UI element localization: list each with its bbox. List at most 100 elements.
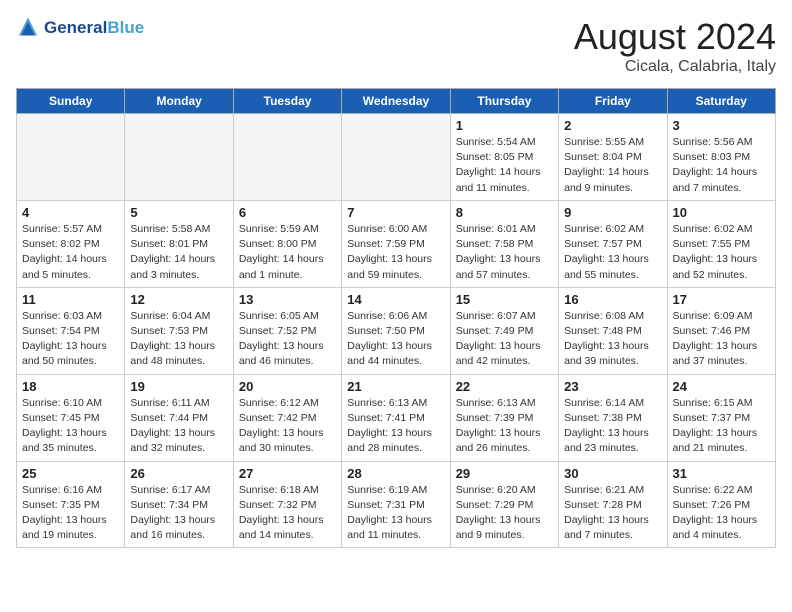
day-info: Sunrise: 6:13 AMSunset: 7:41 PMDaylight:…	[347, 396, 444, 457]
day-number: 3	[673, 118, 770, 133]
day-info: Sunrise: 6:09 AMSunset: 7:46 PMDaylight:…	[673, 309, 770, 370]
calendar-cell: 21 Sunrise: 6:13 AMSunset: 7:41 PMDayligh…	[342, 374, 450, 461]
title-block: August 2024 Cicala, Calabria, Italy	[574, 16, 776, 76]
weekday-header-row: SundayMondayTuesdayWednesdayThursdayFrid…	[17, 89, 776, 114]
calendar-cell: 16 Sunrise: 6:08 AMSunset: 7:48 PMDayligh…	[559, 287, 667, 374]
day-number: 16	[564, 292, 661, 307]
calendar-cell: 26 Sunrise: 6:17 AMSunset: 7:34 PMDayligh…	[125, 461, 233, 548]
day-info: Sunrise: 5:56 AMSunset: 8:03 PMDaylight:…	[673, 135, 770, 196]
day-info: Sunrise: 5:54 AMSunset: 8:05 PMDaylight:…	[456, 135, 553, 196]
weekday-header-friday: Friday	[559, 89, 667, 114]
day-number: 20	[239, 379, 336, 394]
week-row-2: 4 Sunrise: 5:57 AMSunset: 8:02 PMDaylight…	[17, 200, 776, 287]
calendar-cell: 6Sunrise: 5:59 AMSunset: 8:00 PMDaylight…	[233, 200, 341, 287]
day-number: 22	[456, 379, 553, 394]
calendar-cell: 27Sunrise: 6:18 AMSunset: 7:32 PMDayligh…	[233, 461, 341, 548]
day-info: Sunrise: 6:22 AMSunset: 7:26 PMDaylight:…	[673, 483, 770, 544]
day-number: 7	[347, 205, 444, 220]
calendar-cell: 12 Sunrise: 6:04 AMSunset: 7:53 PMDayligh…	[125, 287, 233, 374]
calendar-cell: 13 Sunrise: 6:05 AMSunset: 7:52 PMDayligh…	[233, 287, 341, 374]
calendar-cell: 28 Sunrise: 6:19 AMSunset: 7:31 PMDayligh…	[342, 461, 450, 548]
day-number: 31	[673, 466, 770, 481]
calendar-cell	[17, 114, 125, 201]
calendar-cell: 7 Sunrise: 6:00 AMSunset: 7:59 PMDaylight…	[342, 200, 450, 287]
logo-general: General	[44, 18, 107, 37]
calendar-cell: 14 Sunrise: 6:06 AMSunset: 7:50 PMDayligh…	[342, 287, 450, 374]
day-number: 17	[673, 292, 770, 307]
day-info: Sunrise: 6:12 AMSunset: 7:42 PMDaylight:…	[239, 396, 336, 457]
day-number: 14	[347, 292, 444, 307]
day-number: 13	[239, 292, 336, 307]
calendar-cell: 11 Sunrise: 6:03 AMSunset: 7:54 PMDayligh…	[17, 287, 125, 374]
weekday-header-tuesday: Tuesday	[233, 89, 341, 114]
day-info: Sunrise: 6:05 AMSunset: 7:52 PMDaylight:…	[239, 309, 336, 370]
calendar-cell	[125, 114, 233, 201]
day-number: 21	[347, 379, 444, 394]
week-row-1: 1Sunrise: 5:54 AMSunset: 8:05 PMDaylight…	[17, 114, 776, 201]
day-info: Sunrise: 6:11 AMSunset: 7:44 PMDaylight:…	[130, 396, 227, 457]
calendar-cell: 29 Sunrise: 6:20 AMSunset: 7:29 PMDayligh…	[450, 461, 558, 548]
weekday-header-monday: Monday	[125, 89, 233, 114]
day-info: Sunrise: 6:18 AMSunset: 7:32 PMDaylight:…	[239, 483, 336, 544]
calendar-cell: 8 Sunrise: 6:01 AMSunset: 7:58 PMDaylight…	[450, 200, 558, 287]
day-info: Sunrise: 5:55 AMSunset: 8:04 PMDaylight:…	[564, 135, 661, 196]
day-info: Sunrise: 5:57 AMSunset: 8:02 PMDaylight:…	[22, 222, 119, 283]
day-info: Sunrise: 5:58 AMSunset: 8:01 PMDaylight:…	[130, 222, 227, 283]
day-number: 12	[130, 292, 227, 307]
weekday-header-wednesday: Wednesday	[342, 89, 450, 114]
weekday-header-sunday: Sunday	[17, 89, 125, 114]
day-info: Sunrise: 6:15 AMSunset: 7:37 PMDaylight:…	[673, 396, 770, 457]
calendar-cell: 19Sunrise: 6:11 AMSunset: 7:44 PMDayligh…	[125, 374, 233, 461]
calendar-cell: 22 Sunrise: 6:13 AMSunset: 7:39 PMDayligh…	[450, 374, 558, 461]
calendar-cell: 30Sunrise: 6:21 AMSunset: 7:28 PMDayligh…	[559, 461, 667, 548]
day-number: 5	[130, 205, 227, 220]
logo-icon	[16, 16, 40, 40]
logo: GeneralBlue	[16, 16, 144, 40]
calendar-cell: 18Sunrise: 6:10 AMSunset: 7:45 PMDayligh…	[17, 374, 125, 461]
day-info: Sunrise: 6:13 AMSunset: 7:39 PMDaylight:…	[456, 396, 553, 457]
calendar-cell	[342, 114, 450, 201]
day-number: 29	[456, 466, 553, 481]
day-number: 28	[347, 466, 444, 481]
day-info: Sunrise: 6:07 AMSunset: 7:49 PMDaylight:…	[456, 309, 553, 370]
calendar-cell: 2 Sunrise: 5:55 AMSunset: 8:04 PMDaylight…	[559, 114, 667, 201]
day-info: Sunrise: 5:59 AMSunset: 8:00 PMDaylight:…	[239, 222, 336, 283]
day-info: Sunrise: 6:04 AMSunset: 7:53 PMDaylight:…	[130, 309, 227, 370]
calendar-cell: 3 Sunrise: 5:56 AMSunset: 8:03 PMDaylight…	[667, 114, 775, 201]
day-number: 15	[456, 292, 553, 307]
location: Cicala, Calabria, Italy	[574, 58, 776, 76]
calendar-cell: 20 Sunrise: 6:12 AMSunset: 7:42 PMDayligh…	[233, 374, 341, 461]
week-row-4: 18Sunrise: 6:10 AMSunset: 7:45 PMDayligh…	[17, 374, 776, 461]
day-number: 8	[456, 205, 553, 220]
calendar-cell: 25Sunrise: 6:16 AMSunset: 7:35 PMDayligh…	[17, 461, 125, 548]
day-number: 11	[22, 292, 119, 307]
day-info: Sunrise: 6:06 AMSunset: 7:50 PMDaylight:…	[347, 309, 444, 370]
calendar-cell	[233, 114, 341, 201]
day-info: Sunrise: 6:03 AMSunset: 7:54 PMDaylight:…	[22, 309, 119, 370]
day-info: Sunrise: 6:17 AMSunset: 7:34 PMDaylight:…	[130, 483, 227, 544]
calendar-cell: 31 Sunrise: 6:22 AMSunset: 7:26 PMDayligh…	[667, 461, 775, 548]
day-info: Sunrise: 6:08 AMSunset: 7:48 PMDaylight:…	[564, 309, 661, 370]
calendar-cell: 10 Sunrise: 6:02 AMSunset: 7:55 PMDayligh…	[667, 200, 775, 287]
day-info: Sunrise: 6:19 AMSunset: 7:31 PMDaylight:…	[347, 483, 444, 544]
day-info: Sunrise: 6:00 AMSunset: 7:59 PMDaylight:…	[347, 222, 444, 283]
calendar-cell: 24 Sunrise: 6:15 AMSunset: 7:37 PMDayligh…	[667, 374, 775, 461]
day-info: Sunrise: 6:16 AMSunset: 7:35 PMDaylight:…	[22, 483, 119, 544]
day-number: 26	[130, 466, 227, 481]
day-info: Sunrise: 6:21 AMSunset: 7:28 PMDaylight:…	[564, 483, 661, 544]
day-info: Sunrise: 6:02 AMSunset: 7:57 PMDaylight:…	[564, 222, 661, 283]
day-number: 18	[22, 379, 119, 394]
weekday-header-thursday: Thursday	[450, 89, 558, 114]
calendar-cell: 4 Sunrise: 5:57 AMSunset: 8:02 PMDaylight…	[17, 200, 125, 287]
day-info: Sunrise: 6:01 AMSunset: 7:58 PMDaylight:…	[456, 222, 553, 283]
calendar-cell: 23Sunrise: 6:14 AMSunset: 7:38 PMDayligh…	[559, 374, 667, 461]
day-number: 4	[22, 205, 119, 220]
page-header: GeneralBlue August 2024 Cicala, Calabria…	[16, 16, 776, 76]
day-number: 10	[673, 205, 770, 220]
calendar-cell: 9Sunrise: 6:02 AMSunset: 7:57 PMDaylight…	[559, 200, 667, 287]
day-info: Sunrise: 6:20 AMSunset: 7:29 PMDaylight:…	[456, 483, 553, 544]
day-info: Sunrise: 6:02 AMSunset: 7:55 PMDaylight:…	[673, 222, 770, 283]
logo-blue: Blue	[107, 18, 144, 37]
day-number: 2	[564, 118, 661, 133]
day-number: 24	[673, 379, 770, 394]
